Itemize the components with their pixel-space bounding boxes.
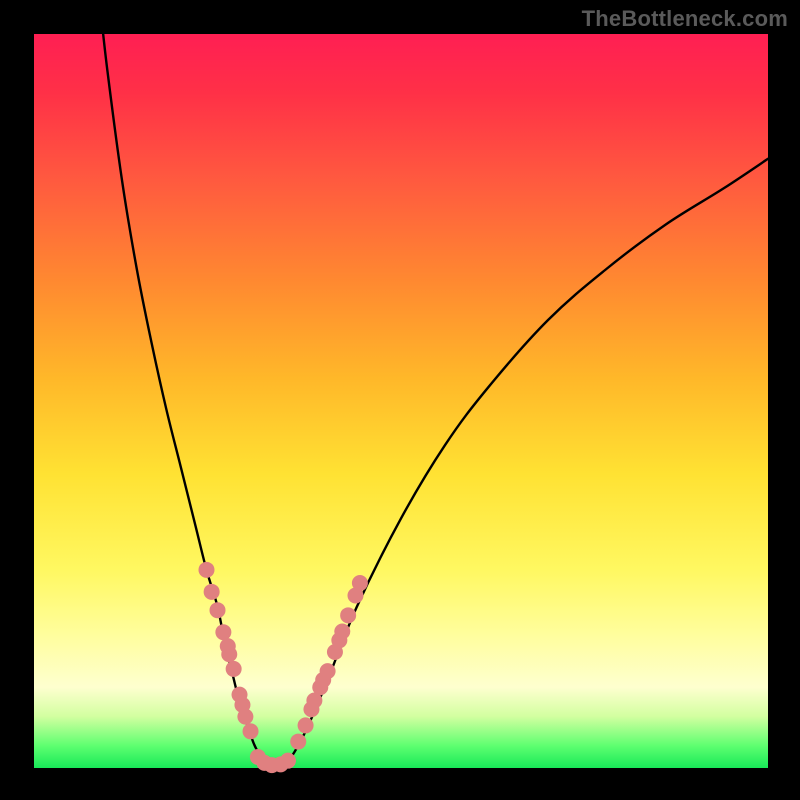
data-dot (334, 623, 350, 639)
data-dot (320, 663, 336, 679)
data-dot (298, 717, 314, 733)
data-dot (243, 723, 259, 739)
data-dot (340, 607, 356, 623)
right-curve (284, 159, 768, 765)
data-dot (221, 646, 237, 662)
data-dot (237, 709, 253, 725)
plot-area (34, 34, 768, 768)
watermark-text: TheBottleneck.com (582, 6, 788, 32)
left-curve (100, 5, 269, 765)
data-dot (210, 602, 226, 618)
dot-cluster (198, 562, 367, 773)
data-dot (226, 661, 242, 677)
data-dot (352, 575, 368, 591)
data-dot (280, 753, 296, 769)
chart-svg (34, 34, 768, 768)
data-dot (290, 734, 306, 750)
data-dot (215, 624, 231, 640)
data-dot (198, 562, 214, 578)
chart-frame: TheBottleneck.com (0, 0, 800, 800)
data-dot (204, 584, 220, 600)
